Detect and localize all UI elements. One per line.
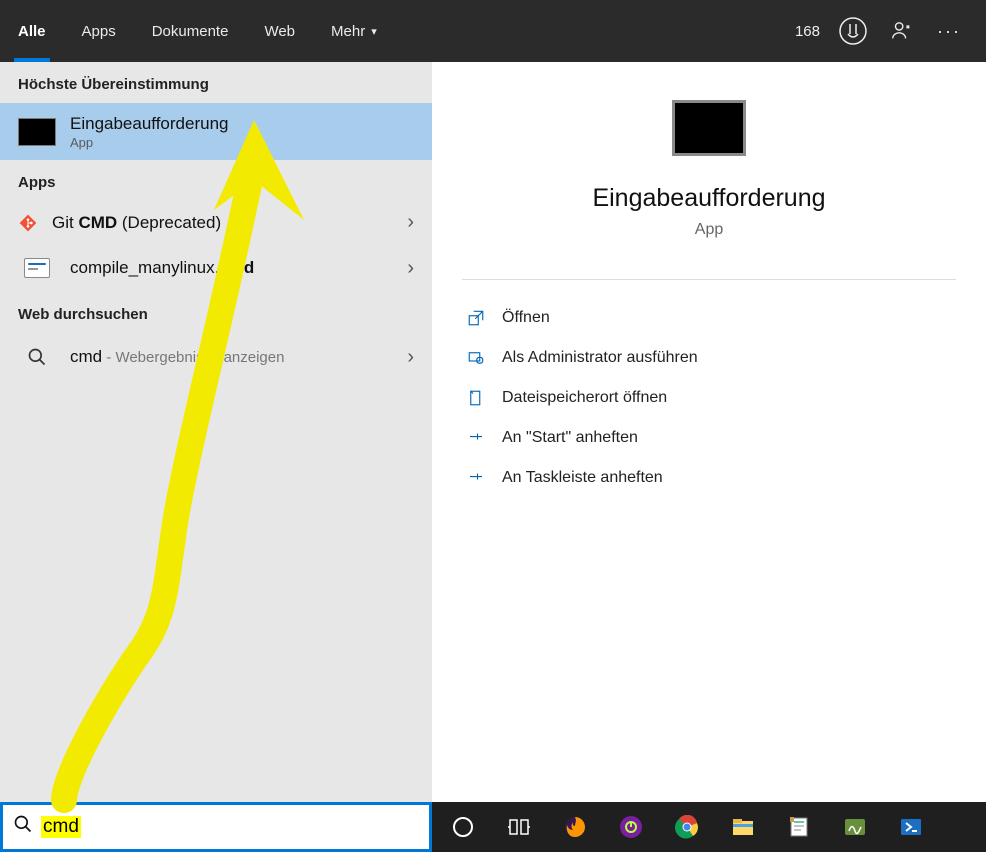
- detail-subtitle: App: [695, 221, 723, 239]
- divider: [462, 279, 956, 280]
- tab-all[interactable]: Alle: [0, 0, 64, 62]
- pin-icon: [466, 468, 486, 488]
- taskbar: [432, 802, 986, 852]
- taskbar-chrome-icon[interactable]: [660, 803, 714, 851]
- admin-shield-icon: [466, 348, 486, 368]
- detail-app-icon: [672, 100, 746, 156]
- result-app-compile-cmd[interactable]: compile_manylinux.cmd ›: [0, 244, 432, 292]
- result-web-cmd-title: cmd - Webergebnisse anzeigen: [70, 346, 284, 368]
- tab-apps[interactable]: Apps: [64, 0, 134, 62]
- action-pin-start[interactable]: An "Start" anheften: [462, 418, 956, 458]
- action-pin-start-label: An "Start" anheften: [502, 429, 638, 447]
- result-detail-panel: Eingabeaufforderung App Öffnen Als Admin…: [432, 62, 986, 802]
- more-options-icon[interactable]: ···: [934, 16, 964, 46]
- tab-more[interactable]: Mehr ▾: [313, 0, 395, 62]
- search-results-panel: Höchste Übereinstimmung Eingabeaufforder…: [0, 62, 986, 802]
- result-best-match[interactable]: Eingabeaufforderung App: [0, 103, 432, 160]
- search-icon: [18, 343, 56, 371]
- action-open[interactable]: Öffnen: [462, 298, 956, 338]
- best-match-header: Höchste Übereinstimmung: [0, 62, 432, 103]
- tab-documents[interactable]: Dokumente: [134, 0, 247, 62]
- search-input-value: cmd: [41, 816, 81, 838]
- chevron-down-icon: ▾: [371, 25, 377, 38]
- taskbar-firefox-icon[interactable]: [548, 803, 602, 851]
- chevron-right-icon[interactable]: ›: [407, 346, 414, 369]
- action-location-label: Dateispeicherort öffnen: [502, 389, 667, 407]
- action-admin-label: Als Administrator ausführen: [502, 349, 698, 367]
- result-web-cmd[interactable]: cmd - Webergebnisse anzeigen ›: [0, 333, 432, 381]
- best-match-title: Eingabeaufforderung: [70, 113, 229, 135]
- tab-web[interactable]: Web: [246, 0, 313, 62]
- result-app-compile-cmd-title: compile_manylinux.cmd: [70, 257, 254, 279]
- action-pin-taskbar[interactable]: An Taskleiste anheften: [462, 458, 956, 498]
- detail-title: Eingabeaufforderung: [592, 184, 825, 213]
- taskbar-powershell-icon[interactable]: [884, 803, 938, 851]
- web-header: Web durchsuchen: [0, 292, 432, 333]
- action-pin-taskbar-label: An Taskleiste anheften: [502, 469, 663, 487]
- taskbar-app-green-icon[interactable]: [828, 803, 882, 851]
- chevron-right-icon[interactable]: ›: [407, 211, 414, 234]
- taskbar-explorer-icon[interactable]: [716, 803, 770, 851]
- taskbar-cortana-icon[interactable]: [436, 803, 490, 851]
- taskbar-taskview-icon[interactable]: [492, 803, 546, 851]
- git-icon: [18, 213, 38, 233]
- result-app-git-cmd[interactable]: Git CMD (Deprecated) ›: [0, 201, 432, 244]
- bottom-bar: cmd: [0, 802, 986, 852]
- cmd-app-icon: [18, 118, 56, 146]
- result-app-git-cmd-title: Git CMD (Deprecated): [52, 212, 221, 234]
- search-tabbar: Alle Apps Dokumente Web Mehr ▾ 168 ···: [0, 0, 986, 62]
- apps-header: Apps: [0, 160, 432, 201]
- search-tabs: Alle Apps Dokumente Web Mehr ▾: [0, 0, 395, 62]
- chevron-right-icon[interactable]: ›: [407, 257, 414, 280]
- cmd-file-icon: [18, 254, 56, 282]
- taskbar-notepadpp-icon[interactable]: [772, 803, 826, 851]
- action-open-label: Öffnen: [502, 309, 550, 327]
- tab-more-label: Mehr: [331, 23, 365, 40]
- open-icon: [466, 308, 486, 328]
- rewards-points: 168: [795, 23, 820, 40]
- detail-actions: Öffnen Als Administrator ausführen Datei…: [432, 298, 986, 498]
- action-open-location[interactable]: Dateispeicherort öffnen: [462, 378, 956, 418]
- search-box[interactable]: cmd: [0, 802, 432, 852]
- tabbar-right: 168 ···: [795, 16, 972, 46]
- search-icon: [13, 814, 33, 840]
- results-list: Höchste Übereinstimmung Eingabeaufforder…: [0, 62, 432, 802]
- action-run-as-admin[interactable]: Als Administrator ausführen: [462, 338, 956, 378]
- rewards-medal-icon[interactable]: [838, 16, 868, 46]
- best-match-subtitle: App: [70, 135, 229, 150]
- folder-location-icon: [466, 388, 486, 408]
- pin-icon: [466, 428, 486, 448]
- account-icon[interactable]: [886, 16, 916, 46]
- taskbar-app-purple-icon[interactable]: [604, 803, 658, 851]
